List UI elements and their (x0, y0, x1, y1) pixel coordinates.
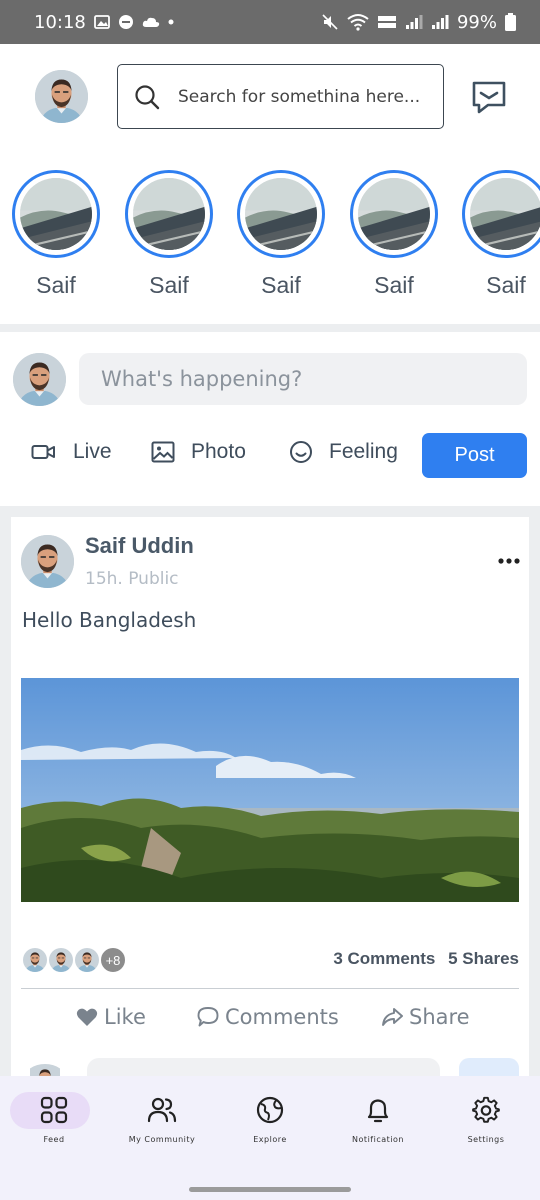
gallery-notification-icon (93, 15, 110, 29)
photo-button[interactable]: Photo (151, 440, 246, 464)
composer-avatar (13, 353, 66, 406)
more-reactors-badge: +8 (99, 946, 127, 974)
bottom-navigation: Feed My Community Explore Notification S… (0, 1076, 540, 1168)
post-meta: 15h. Public (85, 569, 179, 589)
post-author-avatar[interactable] (21, 535, 74, 588)
cloud-icon (142, 17, 160, 27)
nav-notification[interactable]: Notification (324, 1076, 432, 1168)
story-name: Saif (486, 272, 526, 298)
heart-icon (76, 1008, 98, 1026)
grid-icon (40, 1096, 68, 1124)
mute-icon (322, 14, 338, 30)
feed-header: Search for somethina here... Saif Saif S… (0, 44, 540, 324)
story-name: Saif (36, 272, 76, 298)
bell-icon (367, 1099, 389, 1123)
nav-community[interactable]: My Community (108, 1076, 216, 1168)
video-camera-icon (31, 445, 55, 459)
status-time: 10:18 (34, 11, 86, 33)
feeling-button[interactable]: Feeling (289, 440, 398, 464)
nav-explore[interactable]: Explore (216, 1076, 324, 1168)
wifi-icon (347, 14, 369, 31)
story-name: Saif (149, 272, 189, 298)
people-icon (147, 1097, 177, 1123)
search-input[interactable]: Search for somethina here... (117, 64, 444, 129)
post-image[interactable] (21, 678, 519, 902)
globe-icon (256, 1096, 284, 1124)
live-button[interactable]: Live (31, 440, 112, 464)
post-text: Hello Bangladesh (22, 608, 197, 632)
story-thumbnail (20, 178, 92, 250)
story-thumbnail (133, 178, 205, 250)
story-name: Saif (374, 272, 414, 298)
share-icon (382, 1008, 403, 1026)
story-item[interactable]: Saif (462, 170, 540, 299)
search-placeholder: Search for somethina here... (178, 86, 421, 107)
image-icon (151, 441, 175, 463)
like-label: Like (104, 1005, 146, 1029)
comment-icon (197, 1007, 219, 1027)
messages-icon[interactable] (470, 78, 508, 116)
reactor-avatar (21, 946, 49, 974)
stories-row: Saif Saif Saif Saif Saif (0, 170, 540, 300)
nav-settings[interactable]: Settings (432, 1076, 540, 1168)
nav-community-label: My Community (128, 1135, 196, 1144)
gesture-area (0, 1168, 540, 1200)
search-icon (135, 84, 160, 109)
nav-settings-label: Settings (467, 1135, 505, 1144)
divider (21, 988, 519, 989)
feeling-label: Feeling (329, 440, 398, 463)
comments-button[interactable]: Comments (197, 1005, 339, 1029)
nav-feed[interactable]: Feed (0, 1076, 108, 1168)
volte-icon (377, 16, 396, 28)
post-author-name[interactable]: Saif Uddin (85, 533, 194, 559)
story-item[interactable]: Saif (237, 170, 325, 299)
story-item[interactable]: Saif (12, 170, 100, 299)
post-counts: 3 Comments 5 Shares (325, 949, 519, 969)
story-thumbnail (470, 178, 540, 250)
smile-icon (290, 441, 312, 463)
comments-label: Comments (225, 1005, 339, 1029)
like-button[interactable]: Like (76, 1005, 146, 1029)
gear-icon (472, 1096, 500, 1123)
more-options-icon[interactable] (497, 557, 521, 565)
story-item[interactable]: Saif (125, 170, 213, 299)
photo-label: Photo (191, 440, 246, 463)
reactor-avatar (47, 946, 75, 974)
comments-count[interactable]: 3 Comments (333, 949, 435, 968)
whats-happening-input[interactable]: What's happening? (79, 353, 527, 405)
profile-avatar[interactable] (35, 70, 88, 123)
dnd-icon (118, 15, 133, 29)
status-bar: 10:18 99% (0, 0, 540, 44)
live-label: Live (73, 440, 112, 463)
story-name: Saif (261, 272, 301, 298)
shares-count[interactable]: 5 Shares (448, 949, 519, 968)
battery-icon (505, 13, 516, 31)
share-button[interactable]: Share (381, 1005, 470, 1029)
share-label: Share (409, 1005, 470, 1029)
post-composer: What's happening? Live Photo Feeling Pos… (0, 332, 540, 506)
home-gesture-bar[interactable] (189, 1187, 351, 1192)
nav-explore-label: Explore (253, 1135, 287, 1144)
story-thumbnail (245, 178, 317, 250)
story-thumbnail (358, 178, 430, 250)
dot-icon (168, 19, 174, 25)
post-button[interactable]: Post (422, 433, 527, 478)
signal-2-icon (431, 15, 449, 29)
signal-icon (405, 15, 423, 29)
nav-notification-label: Notification (352, 1135, 404, 1144)
reactor-avatar (73, 946, 101, 974)
post-card: Saif Uddin 15h. Public Hello Bangladesh (11, 517, 529, 1077)
story-item[interactable]: Saif (350, 170, 438, 299)
nav-feed-label: Feed (43, 1135, 65, 1144)
battery-percent: 99% (456, 11, 497, 33)
reactors-group[interactable]: +8 (21, 946, 141, 974)
